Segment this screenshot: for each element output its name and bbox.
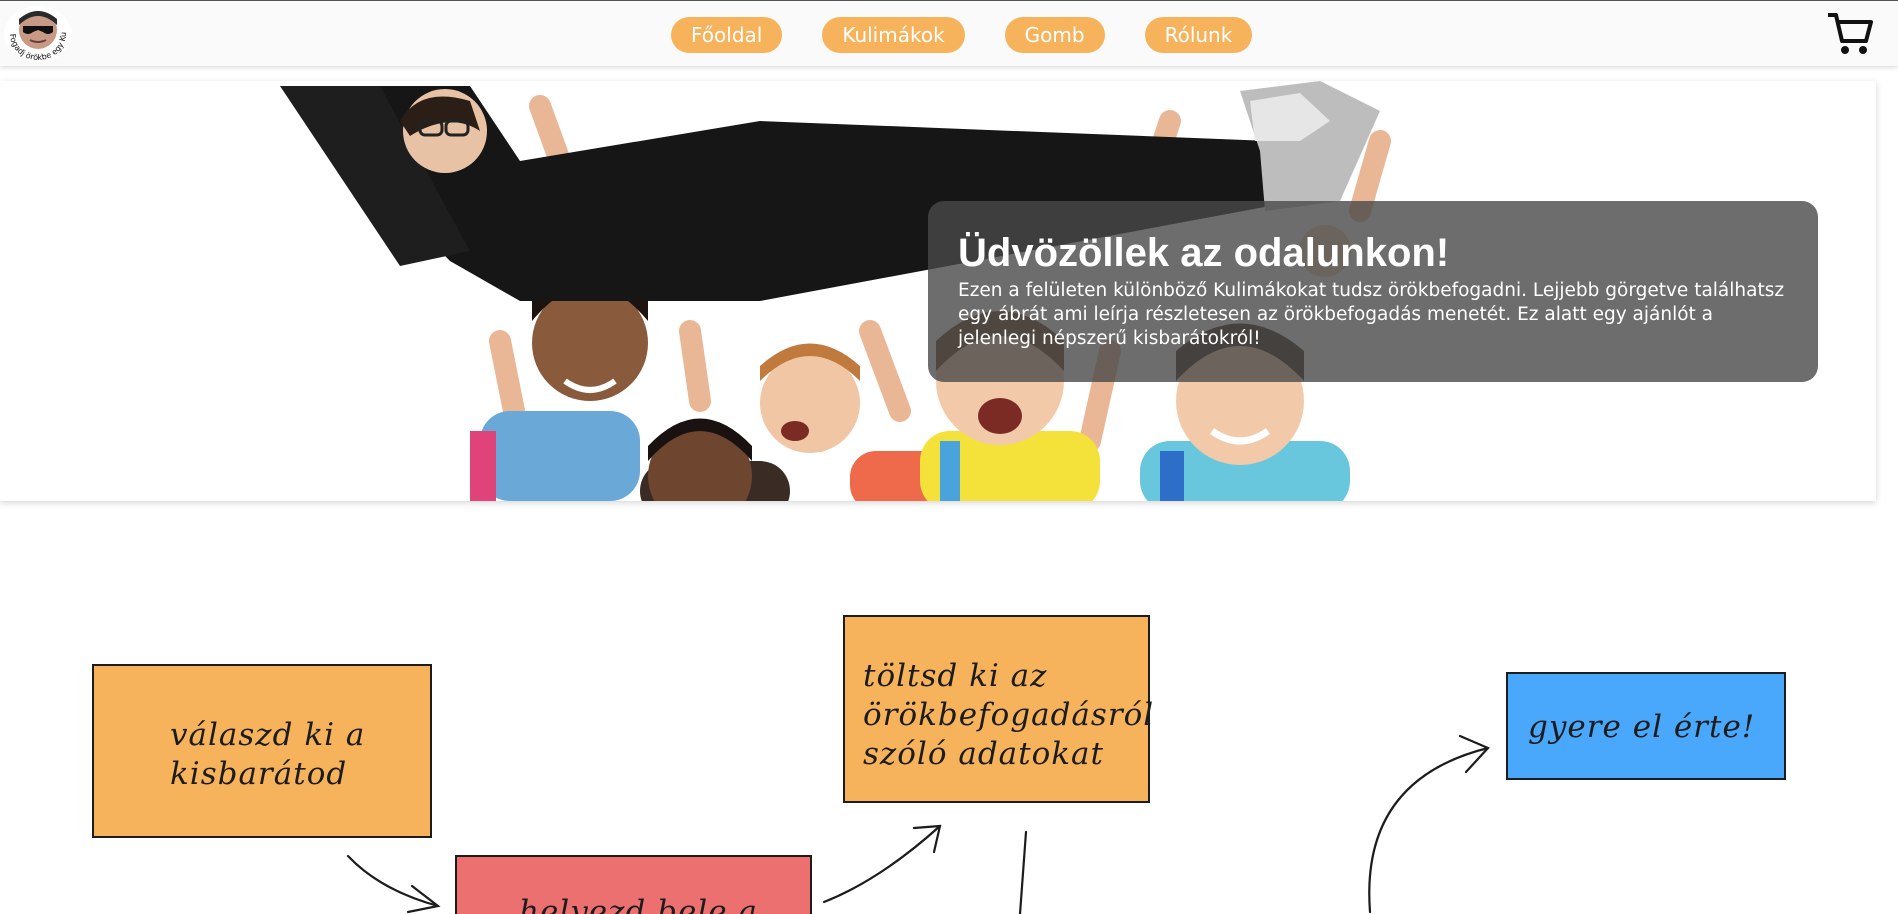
welcome-title: Üdvözöllek az odalunkon! [958,231,1450,275]
nav-fooldal-button[interactable]: Főoldal [671,17,783,53]
nav-gomb-button[interactable]: Gomb [1004,17,1105,53]
arrow-to-step4 [1368,734,1490,914]
adoption-flow-diagram: válaszd ki a kisbarátod helyezd bele a t… [0,600,1898,914]
step3-connector-line [1018,830,1028,914]
flow-arrows [346,734,1490,914]
welcome-panel: Üdvözöllek az odalunkon! Ezen a felülete… [928,201,1818,382]
nav-rolunk-button[interactable]: Rólunk [1144,17,1253,53]
hero-banner: Üdvözöllek az odalunkon! Ezen a felülete… [0,81,1876,501]
shopping-cart-icon[interactable] [1826,11,1874,57]
logo[interactable]: Fogadj örökbe egy Kulimákot [0,0,74,63]
site-header: Fogadj örökbe egy Kulimákot Főoldal Kuli… [0,0,1898,66]
arrow-step2-to-step3 [822,824,942,904]
welcome-text: Ezen a felületen különböző Kulimákokat t… [958,280,1785,349]
main-nav: Főoldal Kulimákok Gomb Rólunk [671,17,1253,53]
logo-avatar-icon: Fogadj örökbe egy Kulimákot [0,0,72,62]
nav-kulimakok-button[interactable]: Kulimákok [822,17,965,53]
arrow-step1-to-step2 [346,854,441,914]
